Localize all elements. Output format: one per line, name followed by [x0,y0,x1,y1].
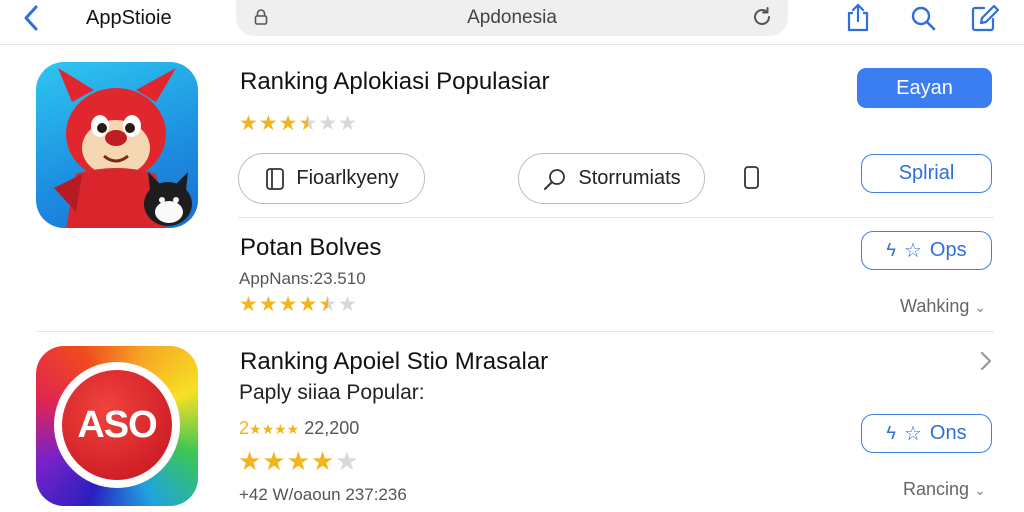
category-pill-two[interactable]: Storrumiats [518,153,705,204]
item-title[interactable]: Ranking Apoiel Stio Mrasalar [240,348,548,376]
row-divider [238,217,994,218]
options-button[interactable]: ϟ ☆ Ops [861,231,992,270]
compose-icon[interactable] [970,4,1000,32]
rating-prefix: 2 [239,418,250,438]
search-icon[interactable] [909,4,937,32]
options-button[interactable]: ϟ ☆ Ons [861,414,992,453]
pill-label: Storrumiats [578,167,681,189]
options-label: Ons [929,422,967,444]
chevron-down-icon: ⌄ [974,482,986,498]
sort-dropdown[interactable]: Wahking ⌄ [900,296,986,317]
rating-total: 22,200 [304,418,360,438]
app-name: AppStioie [86,7,172,29]
bookmark-icon [266,167,285,190]
item-title[interactable]: Ranking Aplokiasi Populasiar [240,68,550,96]
get-button[interactable]: Eayan [857,68,992,108]
mascot-icon [54,68,192,228]
sort-dropdown[interactable]: Rancing ⌄ [903,479,986,500]
app-icon-aso[interactable]: ASO [36,346,198,506]
logo-text: ASO [77,404,157,446]
category-pill-one[interactable]: Fioarlkyeny [238,153,425,204]
back-chevron-icon[interactable] [22,4,42,32]
share-icon[interactable] [844,2,872,32]
star-rating: ★★★★★★ [239,293,358,316]
star-outline-icon: ☆ [903,423,922,445]
reload-icon[interactable] [751,6,773,28]
chevron-right-icon[interactable] [979,350,993,372]
options-label: Ops [929,239,967,261]
star-outline-icon: ☆ [903,240,922,262]
item-title[interactable]: Potan Bolves [240,234,381,262]
mini-stars: ★★★★ [249,421,300,437]
star-rating: ★★★★★ [238,446,360,476]
search-icon [544,168,566,190]
item-subtitle: Paply siiaa Popular: [239,381,425,404]
app-icon-mascot[interactable] [36,62,198,228]
rating-count: 2★★★★ 22,200 [239,418,359,439]
chevron-down-icon: ⌄ [974,299,987,315]
item-meta: +42 W/oaoun 237:236 [239,485,407,504]
bolt-icon: ϟ [886,240,896,260]
star-rating: ★★★★★★ [239,112,358,135]
item-meta: AppNans:23.510 [239,269,366,288]
device-icon[interactable] [743,165,761,191]
sort-label: Rancing [903,479,970,499]
pill-label: Fioarlkyeny [296,167,399,189]
top-divider [0,44,1024,45]
special-button[interactable]: Splrial [861,154,992,193]
section-divider [36,331,994,332]
url-text[interactable]: Apdonesia [236,7,788,29]
sort-label: Wahking [900,296,970,316]
bolt-icon: ϟ [886,423,896,443]
